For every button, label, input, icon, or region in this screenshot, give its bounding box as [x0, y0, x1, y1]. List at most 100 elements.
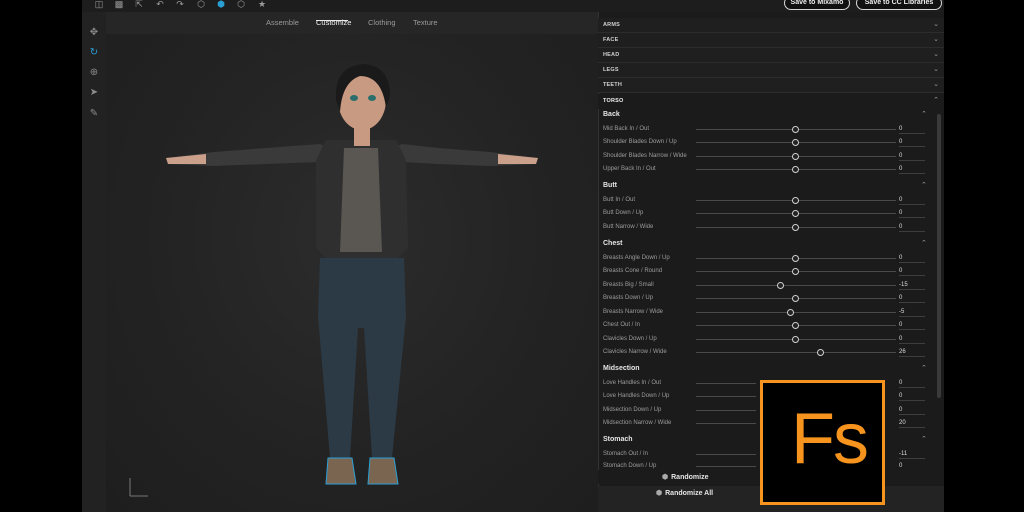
slider-handle[interactable]: [787, 309, 794, 316]
slider-track[interactable]: [696, 322, 896, 329]
export-icon[interactable]: ⇱: [134, 0, 144, 9]
annotate-tool-icon[interactable]: ✎: [87, 108, 101, 120]
slider-handle[interactable]: [792, 224, 799, 231]
save-to-mixamo-button[interactable]: Save to Mixamo: [784, 0, 850, 10]
cube-color-icon[interactable]: ⬢: [216, 0, 226, 9]
slider-handle[interactable]: [777, 282, 784, 289]
tab-clothing[interactable]: Clothing: [368, 18, 396, 27]
slider-handle[interactable]: [792, 255, 799, 262]
slider-value[interactable]: 0: [899, 267, 925, 276]
cube-outline-icon[interactable]: ⬡: [236, 0, 246, 9]
slider-value[interactable]: -15: [899, 281, 925, 290]
slider-track[interactable]: [696, 282, 896, 289]
slider-value[interactable]: 0: [899, 254, 925, 263]
slider-track[interactable]: [696, 454, 756, 455]
slider-track[interactable]: [696, 383, 756, 384]
slider-track[interactable]: [696, 255, 896, 262]
tool-column: ✥ ↻ ⊕ ➤ ✎: [82, 12, 106, 512]
chevron-up-icon[interactable]: ⌃: [921, 110, 927, 118]
redo-icon[interactable]: ↷: [175, 0, 185, 9]
slider-track[interactable]: [696, 197, 896, 204]
slider-track[interactable]: [696, 396, 756, 397]
chevron-up-icon[interactable]: ⌃: [921, 239, 927, 247]
slider-handle[interactable]: [792, 336, 799, 343]
slider-handle[interactable]: [792, 126, 799, 133]
slider-track[interactable]: [696, 309, 896, 316]
left-black-bar: [0, 0, 82, 512]
tab-assemble[interactable]: Assemble: [266, 18, 299, 27]
slider-value[interactable]: 20: [899, 419, 925, 428]
orbit-tool-icon[interactable]: ↻: [87, 47, 101, 59]
target-tool-icon[interactable]: ⊕: [87, 67, 101, 79]
save-to-cc-libraries-button[interactable]: Save to CC Libraries: [856, 0, 942, 10]
slider-label: Clavicles Narrow / Wide: [603, 349, 667, 355]
slider-track[interactable]: [696, 410, 756, 411]
accordion-label: ARMS: [603, 22, 620, 28]
slider-handle[interactable]: [792, 268, 799, 275]
move-tool-icon[interactable]: ✥: [87, 27, 101, 39]
slider-track[interactable]: [696, 268, 896, 275]
slider-value[interactable]: 0: [899, 165, 925, 174]
chevron-up-icon[interactable]: ⌃: [921, 435, 927, 443]
slider-track[interactable]: [696, 166, 896, 173]
accordion-teeth[interactable]: TEETH ⌄: [598, 78, 944, 93]
slider-value[interactable]: -5: [899, 308, 925, 317]
slider-value[interactable]: 0: [899, 152, 925, 161]
slider-track[interactable]: [696, 349, 896, 356]
accordion-face[interactable]: FACE ⌄: [598, 33, 944, 48]
slider-track[interactable]: [696, 139, 896, 146]
slider-handle[interactable]: [792, 197, 799, 204]
slider-handle[interactable]: [817, 349, 824, 356]
select-tool-icon[interactable]: ➤: [87, 87, 101, 99]
slider-handle[interactable]: [792, 210, 799, 217]
slider-track[interactable]: [696, 153, 896, 160]
mode-tabs: Assemble Customize Clothing Texture: [106, 12, 598, 34]
undo-icon[interactable]: ↶: [155, 0, 165, 9]
slider-value[interactable]: 0: [899, 138, 925, 147]
slider-value[interactable]: 0: [899, 209, 925, 218]
slider-handle[interactable]: [792, 153, 799, 160]
chevron-down-icon: ⌄: [933, 36, 939, 43]
slider-track[interactable]: [696, 295, 896, 302]
axis-gizmo: [129, 478, 148, 497]
tab-texture[interactable]: Texture: [413, 18, 438, 27]
slider-value[interactable]: 0: [899, 196, 925, 205]
3d-viewport[interactable]: [106, 12, 598, 512]
slider-handle[interactable]: [792, 166, 799, 173]
slider-handle[interactable]: [792, 139, 799, 146]
slider-value[interactable]: 0: [899, 379, 925, 388]
slider-track[interactable]: [696, 126, 896, 133]
slider-track[interactable]: [696, 336, 896, 343]
slider-value[interactable]: 0: [899, 294, 925, 303]
slider-track[interactable]: [696, 210, 896, 217]
slider-track[interactable]: [696, 466, 756, 467]
panel-scrollbar[interactable]: [937, 114, 941, 398]
slider-value[interactable]: 0: [899, 392, 925, 401]
slider-value[interactable]: -11: [899, 450, 925, 459]
star-icon[interactable]: ★: [257, 0, 267, 9]
section-title-chest: Chest: [603, 240, 623, 247]
accordion-arms[interactable]: ARMS ⌄: [598, 18, 944, 33]
slider-value[interactable]: 0: [899, 321, 925, 330]
accordion-head[interactable]: HEAD ⌄: [598, 48, 944, 63]
import-icon[interactable]: ◫: [94, 0, 104, 9]
slider-handle[interactable]: [792, 295, 799, 302]
slider-value[interactable]: 0: [899, 223, 925, 232]
slider-label: Chest Out / In: [603, 322, 641, 328]
accordion-label: FACE: [603, 37, 619, 43]
slider-handle[interactable]: [792, 322, 799, 329]
save-icon[interactable]: ▩: [114, 0, 124, 9]
slider-label: Midsection Down / Up: [603, 407, 662, 413]
slider-value[interactable]: 0: [899, 335, 925, 344]
slider-value[interactable]: 0: [899, 125, 925, 134]
slider-track[interactable]: [696, 224, 896, 231]
chevron-up-icon[interactable]: ⌃: [921, 181, 927, 189]
cube-icon[interactable]: ⬡: [196, 0, 206, 9]
accordion-legs[interactable]: LEGS ⌄: [598, 63, 944, 78]
accordion-torso[interactable]: TORSO ⌃: [598, 94, 944, 109]
slider-label: Butt Narrow / Wide: [603, 224, 654, 230]
slider-value[interactable]: 26: [899, 348, 925, 357]
chevron-up-icon[interactable]: ⌃: [921, 364, 927, 372]
slider-value[interactable]: 0: [899, 406, 925, 415]
slider-track[interactable]: [696, 423, 756, 424]
